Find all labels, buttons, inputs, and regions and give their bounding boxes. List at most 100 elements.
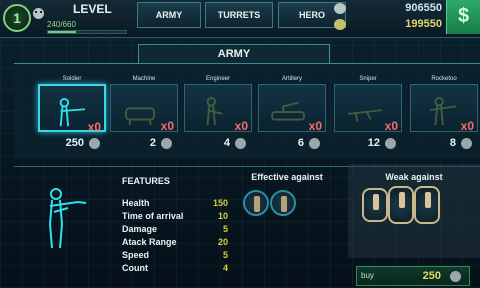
stat-label: Speed bbox=[122, 250, 150, 260]
unit-name: Engineer bbox=[205, 76, 231, 82]
stat-value: 20 bbox=[217, 237, 228, 247]
weak-against-unit-icon[interactable] bbox=[388, 186, 414, 224]
unit-cost-value: 6 bbox=[297, 137, 304, 149]
gear-coin-icon bbox=[89, 138, 100, 149]
stat-row-count: Count 4 bbox=[122, 263, 228, 275]
unit-card-artillery[interactable]: Artillery x0 6 bbox=[258, 76, 326, 154]
unit-cost-value: 250 bbox=[65, 137, 84, 149]
unit-card-rocketoo[interactable]: Rocketoo x0 8 bbox=[410, 76, 478, 154]
buy-label: buy bbox=[361, 271, 374, 280]
stat-value: 150 bbox=[212, 198, 228, 208]
xp-progress-bar bbox=[47, 30, 127, 34]
unit-portrait: x0 bbox=[184, 84, 252, 133]
level-badge: 1 bbox=[3, 4, 31, 32]
weak-against-unit-icon[interactable] bbox=[362, 188, 388, 222]
unit-name: Rocketoo bbox=[431, 76, 457, 82]
stat-row-damage: Damage 5 bbox=[122, 224, 228, 236]
skull-coin-icon bbox=[334, 19, 346, 30]
tab-turrets[interactable]: TURRETS bbox=[205, 2, 273, 28]
unit-cost: 12 bbox=[334, 136, 402, 152]
unit-cost: 4 bbox=[184, 136, 252, 152]
gear-coin-icon bbox=[161, 138, 172, 149]
xp-text: 240/660 bbox=[47, 20, 76, 29]
shop-button[interactable]: $ bbox=[446, 0, 480, 34]
unit-cost-value: 4 bbox=[223, 137, 230, 149]
stat-value: 10 bbox=[217, 211, 228, 221]
soldier-large-icon bbox=[48, 188, 87, 249]
weak-against-unit-icon[interactable] bbox=[414, 186, 440, 224]
stat-row-health: Health 150 bbox=[122, 198, 228, 210]
unit-name: Machine bbox=[132, 76, 156, 82]
unit-card-sniper[interactable]: Sniper x0 12 bbox=[334, 76, 402, 154]
unit-count: x0 bbox=[460, 119, 474, 133]
unit-cost-value: 2 bbox=[149, 137, 156, 149]
unit-portrait: x0 bbox=[258, 84, 326, 133]
unit-count: x0 bbox=[308, 119, 322, 133]
unit-silhouette-icon bbox=[59, 98, 86, 127]
unit-name: Artillery bbox=[281, 76, 302, 82]
resource-primary: 906550 bbox=[332, 1, 444, 17]
unit-figure-icon bbox=[425, 192, 431, 208]
dollar-icon: $ bbox=[457, 5, 470, 27]
gear-coin-icon bbox=[450, 271, 461, 282]
stat-value: 4 bbox=[222, 263, 228, 273]
unit-name: Sniper bbox=[359, 76, 377, 82]
unit-count: x0 bbox=[234, 119, 248, 133]
unit-silhouette-icon bbox=[125, 107, 156, 126]
unit-card-machine[interactable]: Machine x0 2 bbox=[110, 76, 178, 154]
unit-portrait: x0 bbox=[410, 84, 478, 133]
unit-count: x0 bbox=[160, 119, 174, 133]
stat-label: Atack Range bbox=[122, 237, 177, 247]
effective-against-unit-icon[interactable] bbox=[270, 190, 296, 216]
unit-card-engineer[interactable]: Engineer x0 4 bbox=[184, 76, 252, 154]
resource-secondary-value: 199550 bbox=[405, 18, 442, 30]
unit-cost-value: 12 bbox=[367, 137, 380, 149]
unit-silhouette-icon bbox=[271, 101, 305, 121]
unit-portrait: x0 bbox=[334, 84, 402, 133]
effective-against-title: Effective against bbox=[251, 172, 323, 182]
unit-silhouette-icon bbox=[348, 109, 382, 122]
stat-row-speed: Speed 5 bbox=[122, 250, 228, 262]
gear-coin-icon bbox=[385, 138, 396, 149]
buy-button[interactable]: buy 250 bbox=[356, 266, 470, 286]
effective-against-unit-icon[interactable] bbox=[243, 190, 269, 216]
stat-label: Time of arrival bbox=[122, 211, 184, 221]
army-title: ARMY bbox=[138, 44, 330, 64]
buy-price: 250 bbox=[422, 270, 441, 282]
resource-secondary: 199550 bbox=[332, 17, 444, 33]
unit-cost: 6 bbox=[258, 136, 326, 152]
stat-label: Count bbox=[122, 263, 148, 273]
unit-cost-value: 8 bbox=[449, 137, 456, 149]
unit-count: x0 bbox=[87, 120, 101, 134]
unit-card-soldier[interactable]: Soldier x0 250 bbox=[38, 76, 106, 154]
gear-coin-icon bbox=[235, 138, 246, 149]
gear-coin-icon bbox=[309, 138, 320, 149]
gear-coin-icon bbox=[334, 3, 346, 14]
stat-value: 5 bbox=[222, 224, 228, 234]
resource-primary-value: 906550 bbox=[405, 2, 442, 14]
unit-figure-icon bbox=[254, 196, 260, 212]
level-label: LEVEL bbox=[73, 2, 112, 16]
unit-figure-icon bbox=[281, 196, 287, 212]
unit-silhouette-icon bbox=[206, 97, 223, 126]
unit-portrait: x0 bbox=[110, 84, 178, 133]
xp-progress-fill bbox=[48, 31, 77, 33]
unit-cost: 2 bbox=[110, 136, 178, 152]
tab-army[interactable]: ARMY bbox=[137, 2, 201, 28]
unit-count: x0 bbox=[384, 119, 398, 133]
unit-cost: 8 bbox=[410, 136, 478, 152]
stat-row-attack-range: Atack Range 20 bbox=[122, 237, 228, 249]
top-bar: 1 LEVEL 240/660 ARMY TURRETS HERO 906550… bbox=[0, 0, 480, 38]
skull-icon bbox=[33, 8, 44, 19]
weak-against-title: Weak against bbox=[385, 172, 443, 182]
unit-cost: 250 bbox=[38, 136, 106, 152]
stat-label: Damage bbox=[122, 224, 158, 234]
stat-row-time-of-arrival: Time of arrival 10 bbox=[122, 211, 228, 223]
unit-figure-icon bbox=[399, 192, 405, 208]
gear-coin-icon bbox=[461, 138, 472, 149]
unit-portrait: x0 bbox=[38, 84, 106, 134]
unit-name: Soldier bbox=[62, 76, 82, 82]
unit-figure-icon bbox=[373, 194, 379, 210]
stat-value: 5 bbox=[222, 250, 228, 260]
stat-label: Health bbox=[122, 198, 150, 208]
